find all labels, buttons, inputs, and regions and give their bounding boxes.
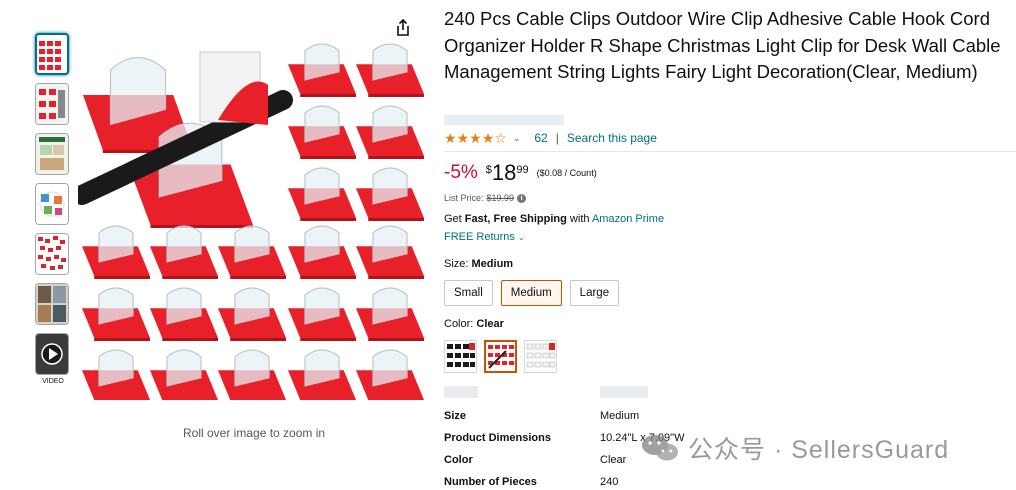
clip-image xyxy=(356,43,424,97)
list-price: List Price: $19.99 i xyxy=(444,193,527,203)
list-price-value: $19.99 xyxy=(486,193,515,203)
thumbnail-2[interactable] xyxy=(35,83,69,125)
clip-image xyxy=(218,349,286,403)
clip-image xyxy=(356,167,424,221)
store-link-blurred[interactable] xyxy=(444,115,564,125)
color-swatch-white[interactable] xyxy=(524,340,557,373)
clip-image xyxy=(82,225,150,279)
watermark: 公众号 · SellersGuard xyxy=(640,430,949,466)
search-page-link[interactable]: Search this page xyxy=(567,131,657,145)
clip-image xyxy=(288,167,356,221)
star-rating[interactable]: ★ ★ ★ ★ ☆ xyxy=(444,131,507,145)
spec-value: Medium xyxy=(600,410,640,422)
zoom-hint: Roll over image to zoom in xyxy=(183,426,326,440)
list-price-label: List Price: xyxy=(444,193,484,203)
clip-image xyxy=(288,349,356,403)
separator: | xyxy=(555,131,559,145)
shipping-info: Get Fast, Free Shipping with Amazon Prim… xyxy=(444,213,664,225)
size-selected: Medium xyxy=(471,258,514,270)
color-swatch-black[interactable] xyxy=(444,340,477,373)
thumbnail-3[interactable] xyxy=(35,133,69,175)
thumbnail-6[interactable] xyxy=(35,283,69,325)
color-label-prefix: Color: xyxy=(444,318,477,330)
clip-image xyxy=(218,225,286,279)
share-icon[interactable] xyxy=(393,18,413,38)
price: $ 18 99 xyxy=(486,160,529,186)
color-options xyxy=(444,340,557,373)
blurred-text xyxy=(600,386,648,398)
clip-image xyxy=(218,287,286,341)
clip-image xyxy=(356,349,424,403)
divider xyxy=(444,151,1016,152)
clip-image xyxy=(150,287,218,341)
size-option-medium[interactable]: Medium xyxy=(500,280,562,306)
clip-image xyxy=(82,349,150,403)
spec-key: Color xyxy=(444,454,473,466)
clip-image xyxy=(288,43,356,97)
chevron-down-icon[interactable]: ⌄ xyxy=(513,133,521,144)
size-option-small[interactable]: Small xyxy=(444,280,493,306)
clip-image xyxy=(150,225,218,279)
free-returns-link[interactable]: FREE Returns ⌄ xyxy=(444,231,525,243)
star-empty-icon: ☆ xyxy=(494,130,507,146)
video-label: VIDEO xyxy=(42,378,64,385)
spec-key: Product Dimensions xyxy=(444,432,551,444)
price-whole: 18 xyxy=(491,160,517,185)
star-full-icon: ★ xyxy=(456,130,470,146)
star-full-icon: ★ xyxy=(481,130,495,146)
free-returns-label: FREE Returns xyxy=(444,231,515,243)
star-full-icon: ★ xyxy=(469,130,482,146)
rating-row: ★ ★ ★ ★ ☆ ⌄ 62 | Search this page xyxy=(444,130,657,146)
clip-image xyxy=(150,349,218,403)
spec-key: Number of Pieces xyxy=(444,476,537,488)
size-label: Size: Medium xyxy=(444,258,513,270)
spec-value: Clear xyxy=(600,454,627,466)
shipping-middle: with xyxy=(566,213,592,225)
unit-price: ($0.08 / Count) xyxy=(536,168,597,178)
size-options: Small Medium Large xyxy=(444,280,620,306)
info-icon[interactable]: i xyxy=(517,193,527,203)
clip-image xyxy=(356,287,424,341)
wechat-icon xyxy=(642,435,678,461)
price-fraction: 99 xyxy=(516,164,529,176)
color-swatch-clear[interactable] xyxy=(484,340,517,373)
spec-value: 240 xyxy=(600,476,619,488)
spec-row: Number of Pieces 240 xyxy=(444,471,684,490)
clip-image xyxy=(356,225,424,279)
thumbnail-1[interactable] xyxy=(35,33,69,75)
star-full-icon: ★ xyxy=(444,130,457,146)
color-selected: Clear xyxy=(476,318,504,330)
clip-image xyxy=(356,105,424,159)
thumbnail-strip xyxy=(35,33,71,383)
clip-image xyxy=(288,287,356,341)
spec-key: Size xyxy=(444,410,467,422)
thumbnail-4[interactable] xyxy=(35,183,69,225)
thumbnail-video[interactable] xyxy=(35,333,69,375)
clip-image xyxy=(82,287,150,341)
rating-count-link[interactable]: 62 xyxy=(534,131,547,145)
clip-image xyxy=(288,225,356,279)
discount-percent: -5% xyxy=(444,162,478,183)
shipping-prefix: Get xyxy=(444,213,465,225)
main-product-image[interactable] xyxy=(72,30,428,403)
prime-link[interactable]: Amazon Prime xyxy=(592,213,664,225)
size-label-prefix: Size: xyxy=(444,258,472,270)
thumbnail-5[interactable] xyxy=(35,233,69,275)
spec-row: Size Medium xyxy=(444,405,684,427)
blurred-text xyxy=(444,386,478,398)
watermark-text: 公众号 · SellersGuard xyxy=(688,436,950,464)
color-label: Color: Clear xyxy=(444,318,504,330)
shipping-bold: Fast, Free Shipping xyxy=(464,213,567,225)
product-title: 240 Pcs Cable Clips Outdoor Wire Clip Ad… xyxy=(444,8,1001,82)
chevron-down-icon: ⌄ xyxy=(517,233,525,242)
size-option-large[interactable]: Large xyxy=(569,280,620,306)
price-row: -5% $ 18 99 ($0.08 / Count) xyxy=(444,160,597,186)
clip-image xyxy=(288,105,356,159)
